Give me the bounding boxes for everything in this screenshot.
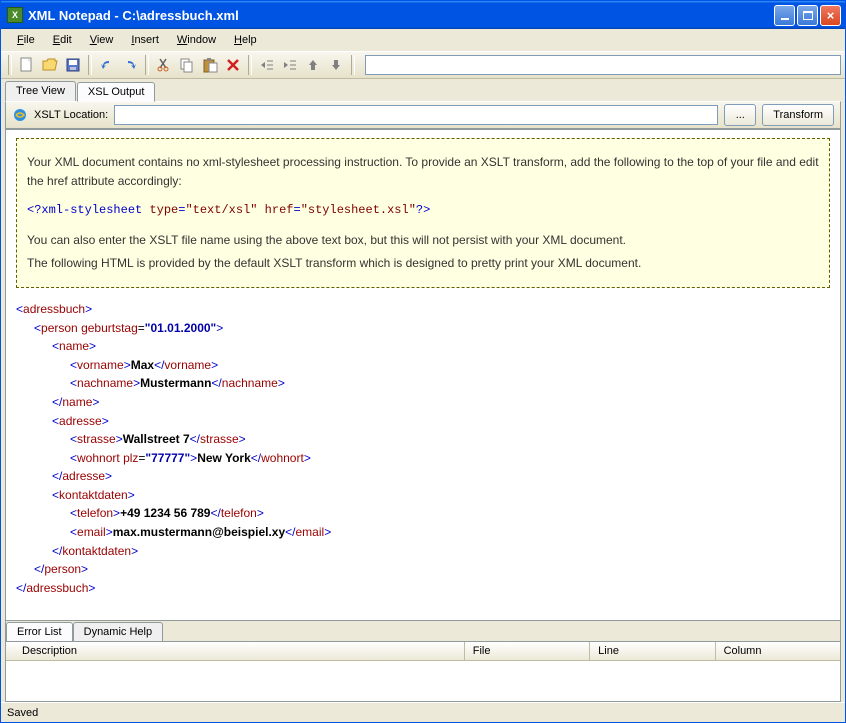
close-button[interactable]: × [820, 5, 841, 26]
menu-file[interactable]: File [9, 32, 43, 48]
main-window: X XML Notepad - C:\adressbuch.xml × File… [0, 0, 846, 723]
tab-tree-view[interactable]: Tree View [5, 81, 76, 101]
bottom-panel: Error List Dynamic Help Description File… [5, 621, 841, 702]
transform-button[interactable]: Transform [762, 104, 834, 126]
error-grid-header: Description File Line Column [6, 641, 840, 661]
col-file[interactable]: File [465, 642, 590, 661]
xslt-location-label: XSLT Location: [34, 109, 108, 121]
cut-icon[interactable] [153, 54, 175, 76]
xslt-notice: Your XML document contains no xml-styles… [16, 138, 830, 288]
xml-output: <adressbuch> <person geburtstag="01.01.2… [16, 300, 830, 598]
title-bar[interactable]: X XML Notepad - C:\adressbuch.xml × [1, 1, 845, 29]
moveup-icon[interactable] [302, 54, 324, 76]
minimize-button[interactable] [774, 5, 795, 26]
undo-icon[interactable] [96, 54, 118, 76]
new-icon[interactable] [16, 54, 38, 76]
outdent-icon[interactable] [256, 54, 278, 76]
notice-line-3: The following HTML is provided by the de… [27, 254, 819, 273]
menu-bar: File Edit View Insert Window Help [1, 29, 845, 51]
save-icon[interactable] [62, 54, 84, 76]
notice-line-2: You can also enter the XSLT file name us… [27, 231, 819, 250]
indent-icon[interactable] [279, 54, 301, 76]
main-tabs: Tree View XSL Output [5, 81, 841, 101]
toolbar-find-input[interactable] [365, 55, 841, 75]
browse-button[interactable]: ... [724, 104, 756, 126]
xslt-location-input[interactable] [114, 105, 718, 125]
toolbar [1, 51, 845, 79]
menu-help[interactable]: Help [226, 32, 265, 48]
redo-icon[interactable] [119, 54, 141, 76]
col-line[interactable]: Line [590, 642, 715, 661]
ie-icon [12, 107, 28, 123]
notice-pi: <?xml-stylesheet type="text/xsl" href="s… [27, 201, 819, 220]
error-grid-body [6, 661, 840, 701]
output-area: Your XML document contains no xml-styles… [5, 129, 841, 621]
open-icon[interactable] [39, 54, 61, 76]
menu-edit[interactable]: Edit [45, 32, 80, 48]
tab-xsl-output[interactable]: XSL Output [77, 82, 155, 102]
status-text: Saved [7, 707, 38, 719]
copy-icon[interactable] [176, 54, 198, 76]
paste-icon[interactable] [199, 54, 221, 76]
menu-insert[interactable]: Insert [123, 32, 167, 48]
tab-error-list[interactable]: Error List [6, 622, 73, 641]
menu-window[interactable]: Window [169, 32, 224, 48]
notice-line-1: Your XML document contains no xml-styles… [27, 153, 819, 191]
output-scroll[interactable]: Your XML document contains no xml-styles… [6, 130, 840, 620]
tab-dynamic-help[interactable]: Dynamic Help [73, 622, 163, 641]
menu-view[interactable]: View [82, 32, 122, 48]
app-icon: X [7, 7, 23, 23]
maximize-button[interactable] [797, 5, 818, 26]
col-column[interactable]: Column [716, 642, 840, 661]
window-title: XML Notepad - C:\adressbuch.xml [28, 8, 774, 23]
col-description[interactable]: Description [6, 642, 465, 661]
movedown-icon[interactable] [325, 54, 347, 76]
xslt-location-bar: XSLT Location: ... Transform [5, 101, 841, 129]
delete-icon[interactable] [222, 54, 244, 76]
status-bar: Saved [1, 702, 845, 722]
